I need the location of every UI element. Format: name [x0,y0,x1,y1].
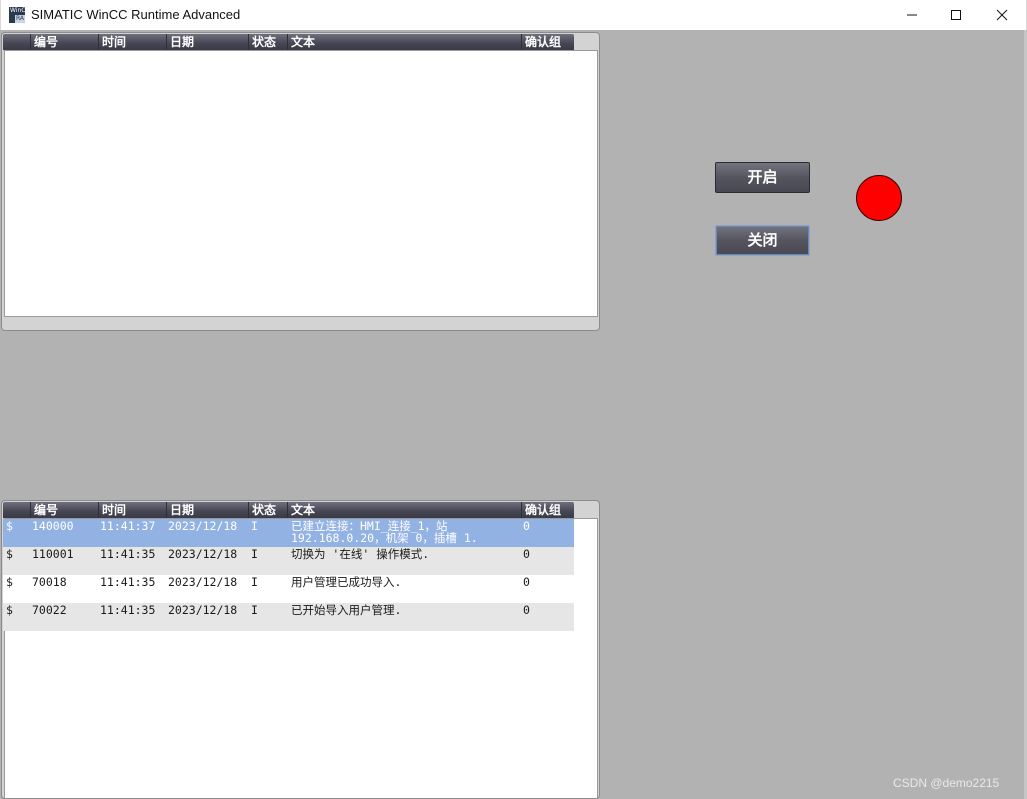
column-number[interactable]: 编号 [30,502,98,518]
app-icon-text-top: WinCC [10,7,25,14]
alarm-ack-group: 0 [523,603,530,617]
alarm-row[interactable]: $ 140000 11:41:37 2023/12/18 I 已建立连接：HMI… [3,519,574,547]
alarm-row[interactable]: $ 110001 11:41:35 2023/12/18 I 切换为 '在线' … [3,547,574,575]
alarm-date: 2023/12/18 [168,519,238,533]
alarm-time: 11:41:35 [100,547,156,561]
column-text[interactable]: 文本 [287,502,521,518]
column-ack-group[interactable]: 确认组 [521,502,574,518]
window-title: SIMATIC WinCC Runtime Advanced [31,7,241,22]
column-text[interactable]: 文本 [287,34,521,50]
column-number[interactable]: 编号 [30,34,98,50]
alarm-number: 110001 [32,547,74,561]
minimize-button[interactable] [889,0,935,30]
alarm-row[interactable]: $ 70022 11:41:35 2023/12/18 I 已开始导入用户管理.… [3,603,574,631]
close-icon [996,9,1008,21]
column-status[interactable]: 状态 [248,502,287,518]
title-bar: WinCC RA SIMATIC WinCC Runtime Advanced [0,0,1027,30]
alarm-status: I [251,575,258,589]
alarm-number: 70018 [32,575,67,589]
column-time[interactable]: 时间 [98,502,166,518]
maximize-icon [951,10,961,20]
alarm-text: 已开始导入用户管理. [291,603,402,617]
alarm-header-top: 编号 时间 日期 状态 文本 确认组 [3,34,574,50]
status-indicator-lamp [856,175,902,221]
app-icon-text-bottom: RA [15,15,25,23]
alarm-status: I [251,547,258,561]
alarm-text: 用户管理已成功导入. [291,575,402,589]
alarm-list-top[interactable] [4,50,598,317]
alarm-ack-group: 0 [523,547,530,561]
alarm-flag: $ [6,519,13,533]
column-date[interactable]: 日期 [166,502,248,518]
column-flag[interactable] [3,502,30,518]
alarm-date: 2023/12/18 [168,603,238,617]
alarm-ack-group: 0 [523,575,530,589]
column-status[interactable]: 状态 [248,34,287,50]
alarm-text: 已建立连接：HMI_连接_1，站 192.168.0.20，机架 0，插槽 1. [291,519,478,545]
alarm-number: 140000 [32,519,74,533]
minimize-icon [907,14,917,16]
column-flag[interactable] [3,34,30,50]
alarm-flag: $ [6,547,13,561]
alarm-row[interactable]: $ 70018 11:41:35 2023/12/18 I 用户管理已成功导入.… [3,575,574,603]
column-date[interactable]: 日期 [166,34,248,50]
maximize-button[interactable] [933,0,979,30]
wincc-app-icon: WinCC RA [9,7,25,23]
stop-button[interactable]: 关闭 [715,225,810,256]
alarm-time: 11:41:37 [100,519,156,533]
column-ack-group[interactable]: 确认组 [521,34,574,50]
alarm-status: I [251,519,258,533]
alarm-number: 70022 [32,603,67,617]
alarm-flag: $ [6,575,13,589]
alarm-text: 切换为 '在线' 操作模式. [291,547,430,561]
alarm-rows: $ 140000 11:41:37 2023/12/18 I 已建立连接：HMI… [3,519,575,631]
column-time[interactable]: 时间 [98,34,166,50]
alarm-ack-group: 0 [523,519,530,533]
start-button[interactable]: 开启 [715,162,810,193]
alarm-view-top: 编号 时间 日期 状态 文本 确认组 [1,32,600,331]
alarm-date: 2023/12/18 [168,547,238,561]
alarm-time: 11:41:35 [100,603,156,617]
alarm-time: 11:41:35 [100,575,156,589]
watermark: CSDN @demo2215 [893,776,1000,790]
alarm-view-bottom: 编号 时间 日期 状态 文本 确认组 $ 140000 11:41:37 202… [1,500,600,799]
alarm-status: I [251,603,258,617]
alarm-date: 2023/12/18 [168,575,238,589]
alarm-header-bottom: 编号 时间 日期 状态 文本 确认组 [3,502,574,518]
alarm-flag: $ [6,603,13,617]
close-button[interactable] [979,0,1025,30]
